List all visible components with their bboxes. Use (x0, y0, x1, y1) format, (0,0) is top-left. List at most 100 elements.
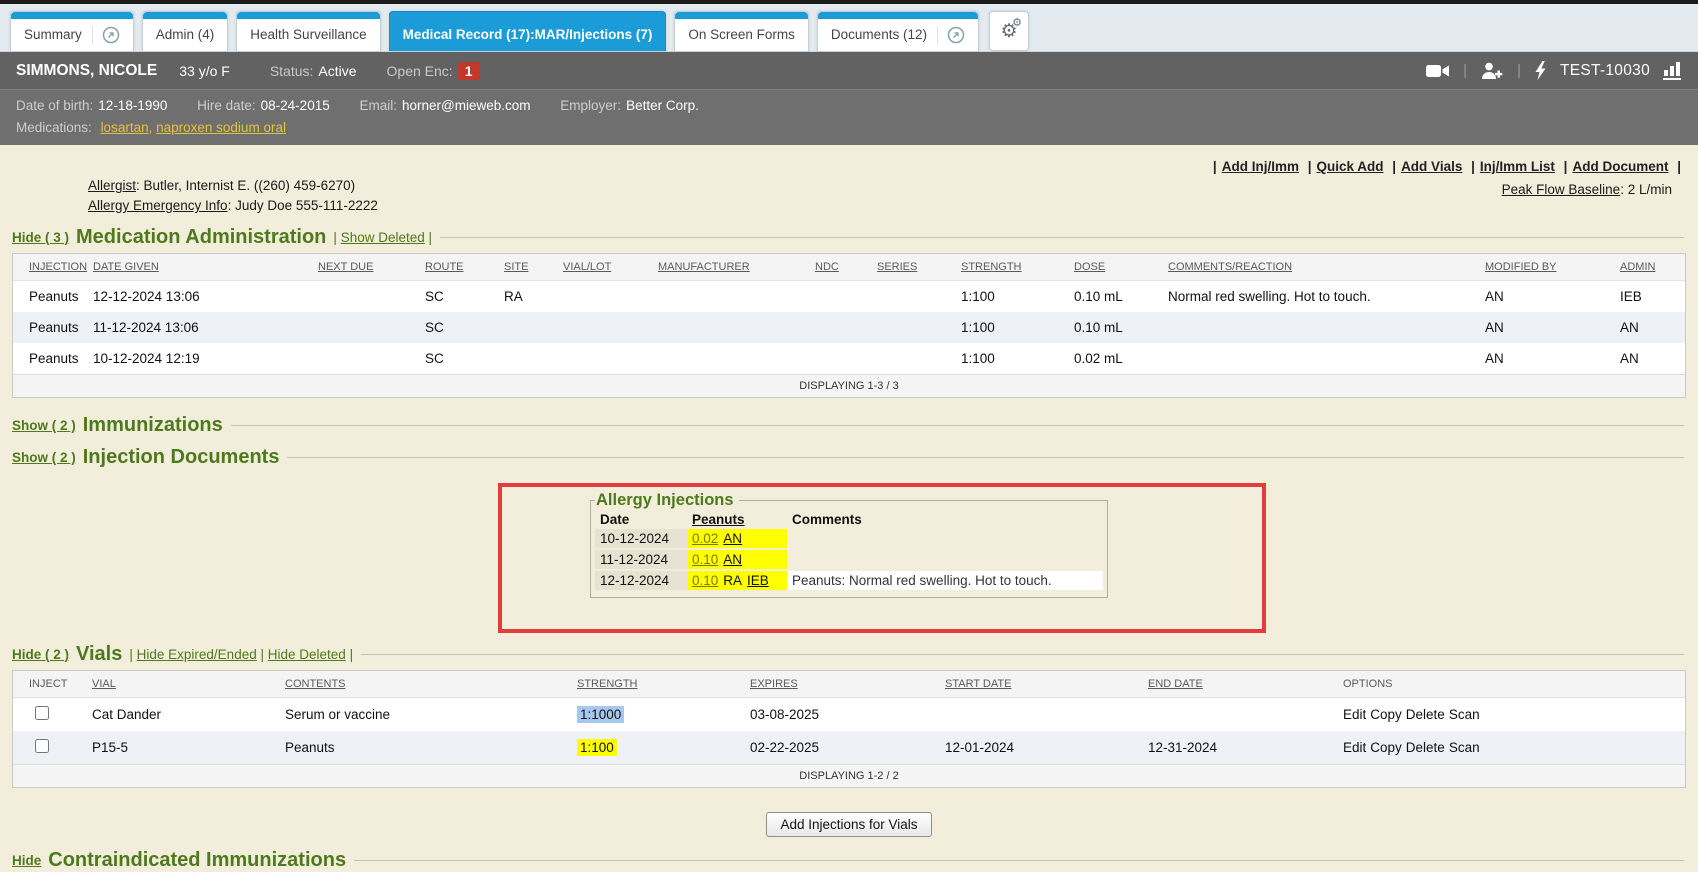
tab-documents[interactable]: Documents (12) (817, 11, 979, 51)
employer-value: Better Corp. (626, 98, 699, 113)
ai-dose-link[interactable]: 0.10 (692, 573, 718, 588)
tab-admin-label: Admin (4) (156, 27, 215, 42)
tab-admin[interactable]: Admin (4) (142, 11, 229, 51)
mar-section-header: Hide ( 3 ) Medication Administration | S… (12, 226, 1686, 249)
vials-col-end-date[interactable]: END DATE (1148, 678, 1203, 690)
peak-flow-link[interactable]: Peak Flow Baseline (1502, 182, 1621, 197)
medication-link-losartan[interactable]: losartan (101, 120, 149, 135)
scan-link[interactable]: Scan (1449, 707, 1480, 722)
medication-link-naproxen[interactable]: naproxen sodium oral (156, 120, 286, 135)
settings-button[interactable]: ⚙ ⚙ (989, 11, 1029, 51)
mar-col-site[interactable]: SITE (504, 261, 528, 273)
tab-health-surveillance-label: Health Surveillance (250, 27, 366, 42)
cell-next-due (310, 343, 417, 375)
cell-site (496, 343, 555, 375)
open-enc-badge[interactable]: 1 (458, 62, 480, 80)
cell-injection: Peanuts (13, 281, 85, 313)
injection-documents-show-toggle[interactable]: Show ( 2 ) (12, 450, 76, 465)
medications-row: Medications: losartan, naproxen sodium o… (16, 117, 1682, 139)
status-value: Active (318, 63, 356, 79)
add-injections-for-vials-button[interactable]: Add Injections for Vials (766, 812, 931, 837)
cell-admin: IEB (1612, 281, 1685, 313)
ai-dose-link[interactable]: 0.10 (692, 552, 718, 567)
mar-col-comments[interactable]: COMMENTS/REACTION (1168, 261, 1292, 273)
documents-popout-icon[interactable] (937, 26, 965, 44)
allergist-link[interactable]: Allergist (88, 178, 136, 193)
action-links: |Add Inj/Imm |Quick Add |Add Vials |Inj/… (12, 159, 1686, 174)
tab-summary[interactable]: Summary (10, 11, 134, 51)
cell-expires: 02-22-2025 (742, 731, 937, 765)
ai-admin-link[interactable]: AN (723, 552, 742, 567)
vials-col-expires[interactable]: EXPIRES (750, 678, 798, 690)
hide-deleted-link[interactable]: Hide Deleted (268, 647, 346, 662)
video-camera-icon[interactable] (1426, 63, 1450, 79)
hide-expired-ended-link[interactable]: Hide Expired/Ended (137, 647, 257, 662)
tab-health-surveillance[interactable]: Health Surveillance (236, 11, 380, 51)
vial-row: P15-5 Peanuts 1:100 02-22-2025 12-01-202… (13, 731, 1685, 765)
mar-col-next-due[interactable]: NEXT DUE (318, 261, 373, 273)
delete-link[interactable]: Delete (1406, 707, 1445, 722)
cell-start-date (937, 698, 1140, 732)
inject-checkbox[interactable] (35, 706, 49, 720)
add-person-icon[interactable] (1480, 62, 1504, 80)
mar-col-injection[interactable]: INJECTION (29, 261, 87, 273)
cell-contents: Peanuts (277, 731, 569, 765)
contraindicated-title: Contraindicated Immunizations (48, 849, 346, 872)
summary-popout-icon[interactable] (92, 26, 120, 44)
mar-col-admin[interactable]: ADMIN (1620, 261, 1655, 273)
vials-col-vial[interactable]: VIAL (92, 678, 116, 690)
mar-col-manufacturer[interactable]: MANUFACTURER (658, 261, 750, 273)
cell-options: Edit Copy Delete Scan (1335, 698, 1685, 732)
pipe: | (260, 647, 264, 662)
mar-hide-toggle[interactable]: Hide ( 3 ) (12, 230, 69, 245)
cell-dose: 0.02 mL (1066, 343, 1160, 375)
vial-row: Cat Dander Serum or vaccine 1:1000 03-08… (13, 698, 1685, 732)
scan-link[interactable]: Scan (1449, 740, 1480, 755)
tab-medical-record[interactable]: Medical Record (17):MAR/Injections (7) (389, 11, 667, 51)
delete-link[interactable]: Delete (1406, 740, 1445, 755)
inj-imm-list-link[interactable]: Inj/Imm List (1480, 159, 1555, 174)
mar-col-dose[interactable]: DOSE (1074, 261, 1105, 273)
add-document-link[interactable]: Add Document (1572, 159, 1668, 174)
vials-col-start-date[interactable]: START DATE (945, 678, 1011, 690)
immunizations-show-toggle[interactable]: Show ( 2 ) (12, 418, 76, 433)
ai-admin-link[interactable]: AN (723, 531, 742, 546)
vials-col-strength[interactable]: STRENGTH (577, 678, 638, 690)
mar-table: INJECTION DATE GIVEN NEXT DUE ROUTE SITE… (13, 254, 1685, 397)
cell-route: SC (417, 343, 496, 375)
ai-dose-link[interactable]: 0.02 (692, 531, 718, 546)
ai-col-peanuts[interactable]: Peanuts (692, 512, 745, 527)
mar-col-date-given[interactable]: DATE GIVEN (93, 261, 159, 273)
mar-col-strength[interactable]: STRENGTH (961, 261, 1022, 273)
status-label: Status: (270, 63, 314, 79)
mar-col-route[interactable]: ROUTE (425, 261, 464, 273)
show-deleted-link[interactable]: Show Deleted (341, 230, 425, 245)
mar-col-ndc[interactable]: NDC (815, 261, 839, 273)
ai-date: 11-12-2024 (595, 549, 687, 570)
vials-col-contents[interactable]: CONTENTS (285, 678, 346, 690)
copy-link[interactable]: Copy (1370, 707, 1402, 722)
copy-link[interactable]: Copy (1370, 740, 1402, 755)
add-inj-imm-link[interactable]: Add Inj/Imm (1222, 159, 1299, 174)
section-rule (231, 425, 1684, 426)
quick-add-link[interactable]: Quick Add (1317, 159, 1384, 174)
tab-on-screen-forms[interactable]: On Screen Forms (674, 11, 809, 51)
cell-expires: 03-08-2025 (742, 698, 937, 732)
edit-link[interactable]: Edit (1343, 740, 1366, 755)
cell-date-given: 12-12-2024 13:06 (85, 281, 310, 313)
injection-documents-section-header: Show ( 2 ) Injection Documents (12, 446, 1686, 469)
mar-col-series[interactable]: SERIES (877, 261, 917, 273)
mar-col-vial-lot[interactable]: VIAL/LOT (563, 261, 611, 273)
allergy-emergency-link[interactable]: Allergy Emergency Info (88, 198, 228, 213)
vials-hide-toggle[interactable]: Hide ( 2 ) (12, 647, 69, 662)
edit-link[interactable]: Edit (1343, 707, 1366, 722)
ai-dose-cell: 0.10RAIEB (687, 570, 787, 591)
cell-site: RA (496, 281, 555, 313)
ai-admin-link[interactable]: IEB (747, 573, 769, 588)
allergy-injections-table: Date Peanuts Comments 10-12-2024 0.02AN (595, 510, 1103, 592)
mar-col-modified-by[interactable]: MODIFIED BY (1485, 261, 1557, 273)
add-vials-link[interactable]: Add Vials (1401, 159, 1462, 174)
chart-icon[interactable] (1663, 61, 1682, 80)
lightning-icon[interactable] (1534, 61, 1547, 80)
inject-checkbox[interactable] (35, 739, 49, 753)
